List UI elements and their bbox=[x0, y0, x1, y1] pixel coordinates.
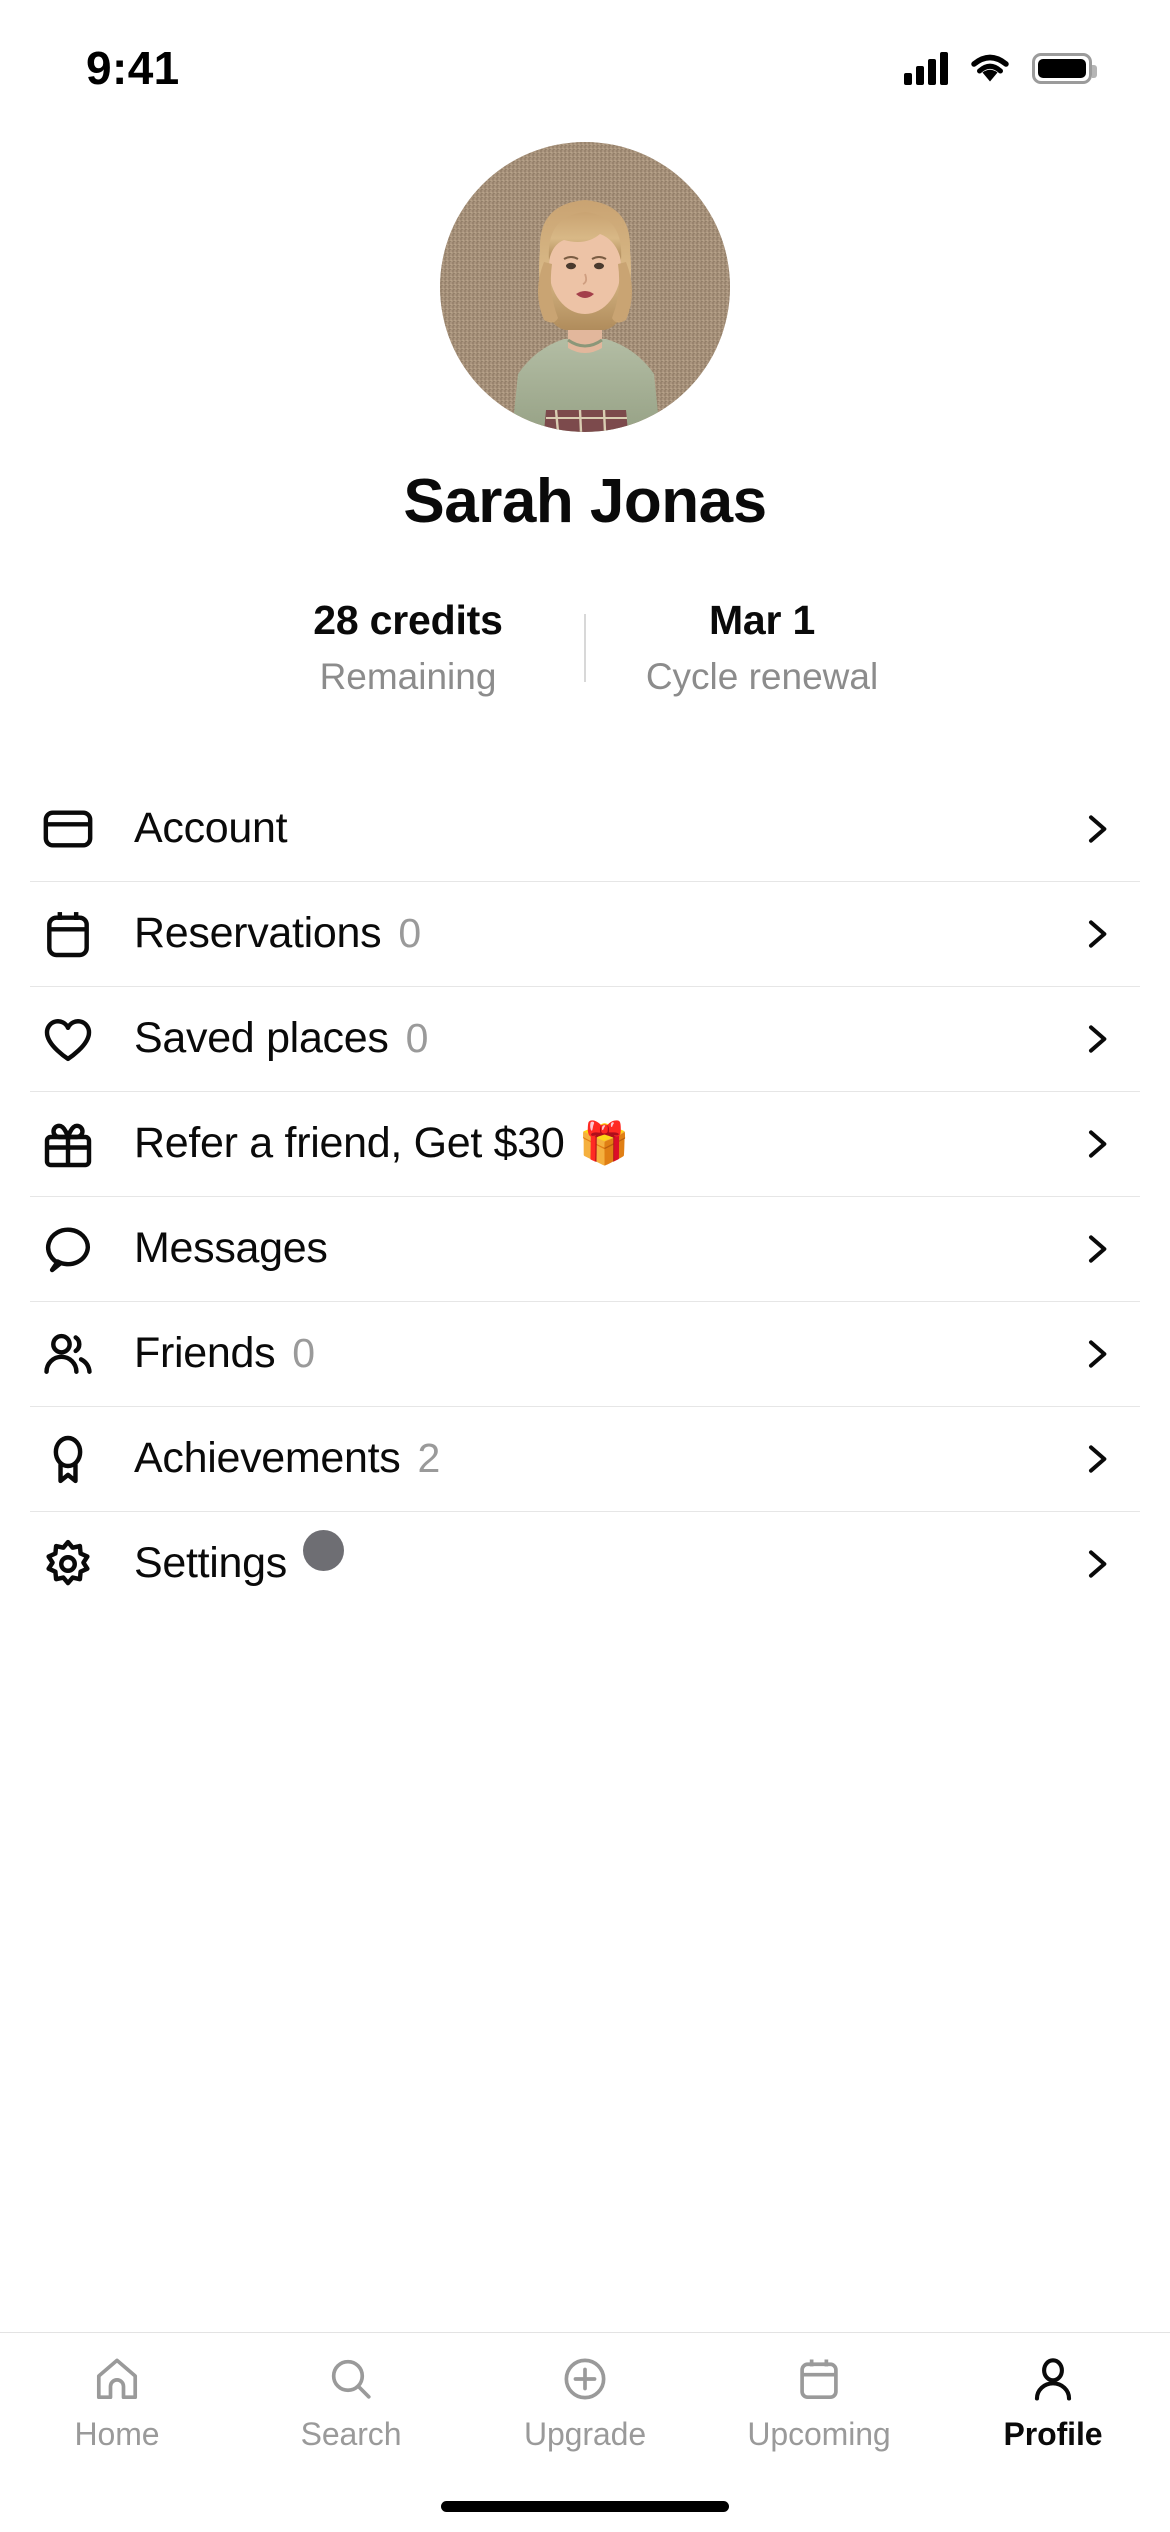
stat-credits-value: 28 credits bbox=[313, 597, 503, 643]
menu-item-messages[interactable]: Messages bbox=[0, 1196, 1170, 1301]
menu-item-count: 0 bbox=[292, 1330, 316, 1376]
people-icon bbox=[30, 1326, 106, 1382]
menu-item-label: Settings bbox=[134, 1539, 287, 1587]
tab-profile[interactable]: Profile bbox=[936, 2351, 1170, 2453]
menu-list: Account Reservations 0 Saved places 0 Re… bbox=[0, 776, 1170, 2332]
gear-icon bbox=[30, 1536, 106, 1592]
chevron-right-icon bbox=[1076, 1334, 1116, 1374]
status-bar: 9:41 bbox=[0, 0, 1170, 118]
profile-header: Sarah Jonas 28 credits Remaining Mar 1 C… bbox=[0, 118, 1170, 698]
stat-credits: 28 credits Remaining bbox=[232, 597, 584, 698]
chevron-right-icon bbox=[1076, 1544, 1116, 1584]
tab-upgrade[interactable]: Upgrade bbox=[468, 2351, 702, 2453]
menu-item-reservations[interactable]: Reservations 0 bbox=[0, 881, 1170, 986]
tab-label: Upcoming bbox=[747, 2416, 891, 2452]
chevron-right-icon bbox=[1076, 1439, 1116, 1479]
tab-label: Search bbox=[300, 2416, 402, 2452]
menu-item-label: Achievements bbox=[134, 1434, 401, 1482]
user-avatar-photo bbox=[440, 142, 730, 432]
menu-item-friends[interactable]: Friends 0 bbox=[0, 1301, 1170, 1406]
menu-item-account[interactable]: Account bbox=[0, 776, 1170, 881]
menu-item-count: 2 bbox=[417, 1435, 441, 1481]
award-icon bbox=[30, 1431, 106, 1487]
home-icon bbox=[91, 2351, 143, 2407]
stat-renewal-value: Mar 1 bbox=[708, 597, 816, 643]
menu-item-achievements[interactable]: Achievements 2 bbox=[0, 1406, 1170, 1511]
menu-item-label: Account bbox=[134, 804, 288, 852]
status-bar-indicators bbox=[904, 51, 1097, 85]
plus-circle-icon bbox=[559, 2351, 611, 2407]
menu-item-saved-places[interactable]: Saved places 0 bbox=[0, 986, 1170, 1091]
menu-item-label: Refer a friend, Get $30 bbox=[134, 1119, 565, 1167]
chevron-right-icon bbox=[1076, 914, 1116, 954]
page-title: Sarah Jonas bbox=[403, 467, 767, 536]
calendar-icon bbox=[30, 906, 106, 962]
stat-renewal: Mar 1 Cycle renewal bbox=[586, 597, 938, 698]
chevron-right-icon bbox=[1076, 1019, 1116, 1059]
tab-label: Profile bbox=[1003, 2416, 1103, 2452]
menu-item-refer-a-friend[interactable]: Refer a friend, Get $30 🎁 bbox=[0, 1091, 1170, 1196]
calendar-icon bbox=[793, 2351, 845, 2407]
status-badge bbox=[302, 1530, 344, 1571]
menu-item-label: Friends bbox=[134, 1329, 276, 1377]
wifi-icon bbox=[971, 54, 1009, 82]
menu-item-label: Reservations bbox=[134, 909, 382, 957]
home-indicator[interactable] bbox=[441, 2500, 729, 2512]
heart-icon bbox=[30, 1011, 106, 1067]
menu-item-settings[interactable]: Settings bbox=[0, 1511, 1170, 1616]
cellular-signal-icon bbox=[904, 51, 948, 85]
chevron-right-icon bbox=[1076, 1124, 1116, 1164]
stat-credits-label: Remaining bbox=[319, 656, 497, 697]
stat-renewal-label: Cycle renewal bbox=[645, 656, 879, 697]
credit-card-icon bbox=[30, 801, 106, 857]
avatar[interactable] bbox=[440, 142, 730, 432]
gift-icon bbox=[30, 1116, 106, 1172]
menu-item-label: Messages bbox=[134, 1224, 328, 1272]
home-indicator-area bbox=[0, 2480, 1170, 2532]
chevron-right-icon bbox=[1076, 809, 1116, 849]
person-icon bbox=[1027, 2351, 1079, 2407]
tab-label: Home bbox=[74, 2416, 160, 2452]
status-bar-time: 9:41 bbox=[86, 42, 180, 94]
tab-upcoming[interactable]: Upcoming bbox=[702, 2351, 936, 2453]
menu-item-count: 0 bbox=[398, 910, 422, 956]
battery-full-icon bbox=[1032, 52, 1097, 84]
stats-row: 28 credits Remaining Mar 1 Cycle renewal bbox=[0, 597, 1170, 698]
tab-label: Upgrade bbox=[523, 2416, 647, 2452]
tab-search[interactable]: Search bbox=[234, 2351, 468, 2453]
tab-home[interactable]: Home bbox=[0, 2351, 234, 2453]
search-icon bbox=[325, 2351, 377, 2407]
bottom-tab-bar: Home Search Upgrade Upcoming Profile bbox=[0, 2332, 1170, 2480]
profile-screen: 9:41 Sarah Jonas 28 credits Remaining Ma… bbox=[0, 0, 1170, 2532]
menu-item-label: Saved places bbox=[134, 1014, 389, 1062]
chevron-right-icon bbox=[1076, 1229, 1116, 1269]
chat-bubble-icon bbox=[30, 1221, 106, 1277]
menu-item-count: 0 bbox=[405, 1015, 429, 1061]
gift-emoji: 🎁 bbox=[578, 1120, 630, 1166]
